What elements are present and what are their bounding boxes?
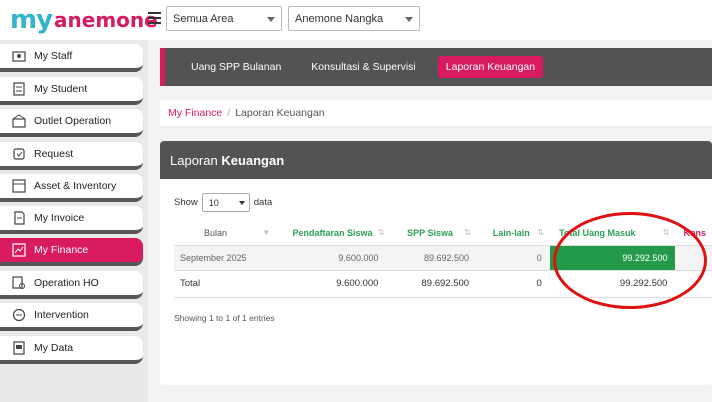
top-bar: my anemone Semua Area Anemone Nangka xyxy=(0,0,712,40)
cell-spp: 89.692.500 xyxy=(386,245,478,271)
breadcrumb-link-my-finance[interactable]: My Finance xyxy=(168,107,222,119)
show-label: Show xyxy=(174,197,198,208)
tab-uang-spp-bulanan[interactable]: Uang SPP Bulanan xyxy=(183,56,289,78)
page-length-control: Show 10 data xyxy=(174,193,272,212)
staff-icon xyxy=(12,49,26,63)
total-pendaftaran: 9.600.000 xyxy=(276,270,387,298)
area-select-value: Semua Area xyxy=(173,13,234,25)
area-select[interactable]: Semua Area xyxy=(166,6,282,31)
cell-lain-lain: 0 xyxy=(477,245,550,271)
sidebar-item-label: Intervention xyxy=(34,309,89,321)
sidebar-item-label: My Staff xyxy=(34,50,73,62)
column-header-pendaftaran[interactable]: Pendaftaran Siswa ⇅ xyxy=(276,221,387,246)
outlet-icon xyxy=(12,114,26,128)
chevron-down-icon xyxy=(405,17,413,22)
sort-icon: ▼ xyxy=(262,228,271,237)
breadcrumb-separator: / xyxy=(227,107,231,119)
sort-icon: ⇅ xyxy=(377,228,385,237)
sidebar-item-my-staff[interactable]: My Staff xyxy=(0,44,143,72)
sort-icon: ⇅ xyxy=(537,228,544,237)
student-icon xyxy=(12,82,26,96)
annotation-circle xyxy=(553,212,707,309)
sidebar-item-label: Request xyxy=(34,148,74,160)
cell-bulan: September 2025 xyxy=(174,245,277,271)
menu-icon[interactable] xyxy=(148,12,161,24)
chevron-down-icon xyxy=(238,201,245,205)
sidebar: My Staff My Student Outlet Operation Req… xyxy=(0,40,148,402)
logo-my: my xyxy=(10,5,53,35)
branch-select[interactable]: Anemone Nangka xyxy=(288,6,420,31)
total-lain-lain: 0 xyxy=(477,270,550,298)
tab-laporan-keuangan[interactable]: Laporan Keuangan xyxy=(437,56,544,78)
sidebar-item-label: Operation HO xyxy=(34,277,99,289)
card-title-bold: Keuangan xyxy=(221,153,285,168)
sidebar-item-my-student[interactable]: My Student xyxy=(0,77,143,105)
column-header-bulan[interactable]: Bulan ▼ xyxy=(174,221,277,246)
column-header-spp[interactable]: SPP Siswa ⇅ xyxy=(386,221,478,246)
column-header-lain-lain[interactable]: Lain-lain ⇅ xyxy=(477,221,550,246)
sidebar-item-operation-ho[interactable]: Operation HO xyxy=(0,271,143,299)
cell-pendaftaran: 9.600.000 xyxy=(276,245,387,271)
invoice-icon xyxy=(12,211,26,225)
sidebar-item-intervention[interactable]: Intervention xyxy=(0,303,143,331)
branch-select-value: Anemone Nangka xyxy=(295,13,384,25)
data-label: data xyxy=(253,197,273,208)
app-logo[interactable]: my anemone xyxy=(10,4,158,36)
sidebar-item-outlet-operation[interactable]: Outlet Operation xyxy=(0,109,143,137)
operation-icon xyxy=(12,276,26,290)
sidebar-item-my-finance[interactable]: My Finance xyxy=(0,238,143,266)
sidebar-item-label: Asset & Inventory xyxy=(34,180,117,192)
card-title-light: Laporan xyxy=(170,153,222,168)
page-length-select[interactable]: 10 xyxy=(201,193,250,212)
intervention-icon xyxy=(12,308,26,322)
card-title: Laporan Keuangan xyxy=(160,141,712,179)
data-icon xyxy=(12,341,26,355)
total-spp: 89.692.500 xyxy=(386,270,478,298)
sidebar-item-label: My Data xyxy=(34,342,74,354)
sidebar-item-label: Outlet Operation xyxy=(34,115,112,127)
entries-info: Showing 1 to 1 of 1 entries xyxy=(174,313,275,323)
tab-konsultasi-supervisi[interactable]: Konsultasi & Supervisi xyxy=(303,56,423,78)
request-icon xyxy=(12,147,26,161)
breadcrumb-current: Laporan Keuangan xyxy=(235,107,325,119)
sort-icon: ⇅ xyxy=(464,228,472,237)
sidebar-item-my-data[interactable]: My Data xyxy=(0,336,143,364)
chevron-down-icon xyxy=(267,17,275,22)
sidebar-item-request[interactable]: Request xyxy=(0,142,143,170)
total-label: Total xyxy=(174,270,277,298)
page-length-value: 10 xyxy=(208,198,219,208)
breadcrumb: My Finance / Laporan Keuangan xyxy=(160,100,712,126)
sidebar-item-label: My Invoice xyxy=(34,212,85,224)
sidebar-item-my-invoice[interactable]: My Invoice xyxy=(0,206,143,234)
sidebar-item-label: My Student xyxy=(34,83,88,95)
inventory-icon xyxy=(12,179,26,193)
finance-icon xyxy=(12,243,26,257)
sidebar-item-asset-inventory[interactable]: Asset & Inventory xyxy=(0,174,143,202)
finance-tabs: Uang SPP Bulanan Konsultasi & Supervisi … xyxy=(160,48,712,86)
logo-name: anemone xyxy=(54,8,158,32)
sidebar-item-label: My Finance xyxy=(34,244,89,256)
